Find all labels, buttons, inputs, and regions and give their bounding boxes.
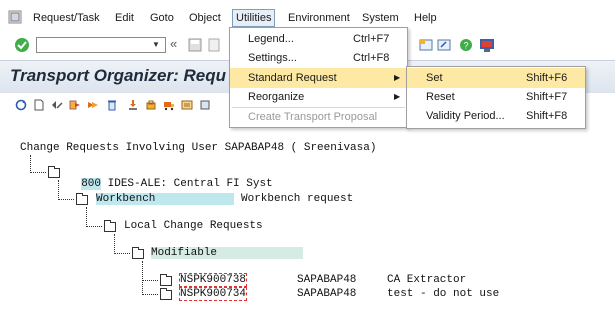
tree-node-client[interactable]: 800 IDES-ALE: Central FI Syst bbox=[68, 166, 273, 190]
menu-item-label: Set bbox=[426, 72, 443, 84]
shortcut-icon[interactable] bbox=[437, 38, 451, 52]
menu-goto[interactable]: Goto bbox=[150, 11, 174, 25]
menu-item-reset[interactable]: Reset Shift+F7 bbox=[407, 87, 585, 107]
menu-item-validity-period[interactable]: Validity Period... Shift+F8 bbox=[407, 106, 585, 126]
menu-item-label: Reset bbox=[426, 91, 455, 103]
svg-text:?: ? bbox=[463, 41, 468, 51]
utilities-dropdown: Legend... Ctrl+F7 Settings... Ctrl+F8 St… bbox=[229, 27, 408, 128]
save-icon[interactable] bbox=[188, 38, 202, 52]
menu-item-set[interactable]: Set Shift+F6 bbox=[407, 68, 585, 88]
folder-open-icon[interactable] bbox=[132, 247, 144, 259]
menu-item-reorganize[interactable]: Reorganize ▶ bbox=[230, 87, 407, 107]
tree-node-workbench[interactable]: Workbench bbox=[96, 193, 234, 205]
menu-request-task[interactable]: Request/Task bbox=[33, 11, 100, 25]
menu-item-shortcut: Ctrl+F8 bbox=[353, 52, 390, 64]
request-id[interactable]: NSPK900734 bbox=[179, 287, 248, 301]
request-description: test - do not use bbox=[387, 288, 500, 300]
chevron-down-icon[interactable]: ▼ bbox=[152, 40, 160, 49]
new-session-icon[interactable] bbox=[419, 38, 433, 52]
tree-connector bbox=[114, 253, 130, 254]
request-id-text: NSPK900734 bbox=[179, 287, 248, 301]
request-owner: SAPABAP48 bbox=[297, 288, 357, 300]
back-icon[interactable] bbox=[208, 38, 220, 52]
menu-help[interactable]: Help bbox=[414, 11, 437, 25]
folder-open-icon[interactable] bbox=[76, 193, 88, 205]
delete-icon[interactable] bbox=[106, 99, 118, 111]
page-title: Transport Organizer: Requ bbox=[10, 66, 226, 85]
tree-header: Change Requests Involving User SAPABAP48… bbox=[20, 142, 377, 154]
request-id[interactable]: NSPK900738 bbox=[179, 273, 248, 287]
menu-item-create-transport-proposal: Create Transport Proposal bbox=[230, 107, 407, 127]
tree-connector bbox=[86, 226, 102, 227]
menu-environment[interactable]: Environment bbox=[288, 11, 350, 25]
help-icon[interactable]: ? bbox=[459, 38, 473, 52]
tree-connector bbox=[30, 172, 46, 173]
request-id-text: NSPK900738 bbox=[179, 273, 248, 287]
tree-connector bbox=[142, 294, 158, 295]
tree-node-modifiable[interactable]: Modifiable bbox=[151, 247, 303, 259]
menu-item-shortcut: Shift+F8 bbox=[526, 110, 568, 122]
transport-truck-icon[interactable] bbox=[163, 99, 175, 111]
menu-utilities[interactable]: Utilities bbox=[232, 9, 276, 27]
version-icon[interactable] bbox=[199, 99, 211, 111]
menu-item-shortcut: Shift+F7 bbox=[526, 91, 568, 103]
menu-item-legend[interactable]: Legend... Ctrl+F7 bbox=[230, 29, 407, 49]
transport-import-icon[interactable] bbox=[127, 99, 139, 111]
submenu-arrow-icon: ▶ bbox=[394, 73, 401, 82]
menu-item-standard-request[interactable]: Standard Request ▶ bbox=[230, 68, 407, 88]
enter-check-icon[interactable] bbox=[14, 37, 30, 53]
menu-item-label: Settings... bbox=[248, 52, 297, 64]
tree-node-local-change-requests[interactable]: Local Change Requests bbox=[124, 220, 263, 232]
display-change-icon[interactable] bbox=[51, 99, 63, 111]
sap-menu-icon[interactable] bbox=[8, 10, 22, 24]
customize-layout-icon[interactable] bbox=[479, 37, 495, 53]
menu-edit[interactable]: Edit bbox=[115, 11, 134, 25]
folder-icon[interactable] bbox=[160, 288, 172, 300]
menu-system[interactable]: System bbox=[362, 11, 399, 25]
menu-item-label: Create Transport Proposal bbox=[248, 111, 378, 123]
tree-connector bbox=[142, 261, 143, 295]
folder-open-icon[interactable] bbox=[104, 220, 116, 232]
command-field[interactable] bbox=[36, 37, 166, 53]
transport-log-icon[interactable] bbox=[181, 99, 193, 111]
tree-connector bbox=[114, 234, 115, 254]
menu-item-shortcut: Shift+F6 bbox=[526, 72, 568, 84]
tree-connector bbox=[86, 207, 87, 227]
menu-item-shortcut: Ctrl+F7 bbox=[353, 33, 390, 45]
tree-connector bbox=[58, 180, 59, 200]
menu-item-label: Standard Request bbox=[248, 72, 337, 84]
menu-object[interactable]: Object bbox=[189, 11, 221, 25]
tree-connector bbox=[142, 280, 158, 281]
create-document-icon[interactable] bbox=[33, 99, 45, 111]
menu-item-label: Reorganize bbox=[248, 91, 305, 103]
release-icon[interactable] bbox=[87, 99, 99, 111]
menu-item-label: Validity Period... bbox=[426, 110, 505, 122]
tree-connector bbox=[30, 155, 31, 173]
submenu-arrow-icon: ▶ bbox=[394, 92, 401, 101]
refresh-icon[interactable] bbox=[15, 99, 27, 111]
collapse-toolbar-icon[interactable]: « bbox=[170, 36, 177, 51]
workbench-description: Workbench request bbox=[241, 193, 354, 205]
tree-connector bbox=[58, 199, 74, 200]
check-objects-icon[interactable] bbox=[69, 99, 81, 111]
client-code: 800 bbox=[81, 178, 102, 190]
standard-request-submenu: Set Shift+F6 Reset Shift+F7 Validity Per… bbox=[406, 66, 586, 129]
menu-item-label: Legend... bbox=[248, 33, 294, 45]
folder-icon[interactable] bbox=[160, 274, 172, 286]
request-description: CA Extractor bbox=[387, 274, 467, 286]
lock-object-icon[interactable] bbox=[145, 99, 157, 111]
folder-open-icon[interactable] bbox=[48, 166, 60, 178]
request-owner: SAPABAP48 bbox=[297, 274, 357, 286]
menu-item-settings[interactable]: Settings... Ctrl+F8 bbox=[230, 48, 407, 68]
client-description: IDES-ALE: Central FI Syst bbox=[107, 178, 273, 190]
